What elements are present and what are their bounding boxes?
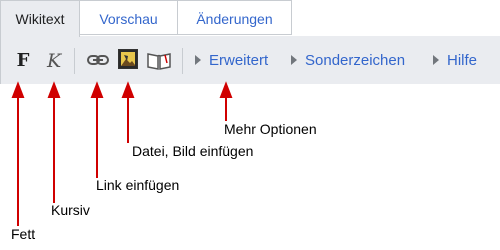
arrow-italic-head — [47, 81, 61, 98]
annotation-italic: Kursiv — [51, 202, 90, 218]
annotation-image: Datei, Bild einfügen — [132, 143, 254, 159]
annotation-link: Link einfügen — [96, 177, 180, 193]
tab-wikitext[interactable]: Wikitext — [0, 0, 80, 37]
arrow-link-head — [90, 81, 104, 98]
annotation-bold: Fett — [11, 226, 36, 242]
arrow-image-head — [121, 81, 135, 98]
annotation-more-options: Mehr Optionen — [224, 121, 317, 137]
arrow-more-head — [219, 81, 233, 98]
arrow-bold-head — [11, 81, 25, 98]
